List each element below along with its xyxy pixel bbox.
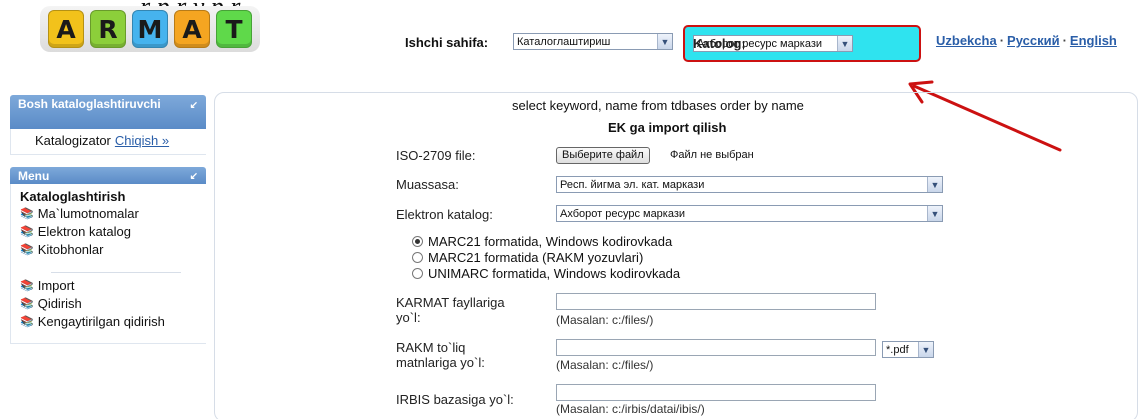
logo-tile: A [174,10,210,48]
sidebar-menu: Kataloglashtirish 📚 Ma`lumotnomalar 📚 Elek… [10,184,206,344]
muassasa-select[interactable]: Респ. йигма эл. кат. маркази ▼ [556,176,943,193]
lang-russian-link[interactable]: Русский [1007,33,1060,48]
radio-label: MARC21 formatida, Windows kodirovkada [428,234,673,249]
page-title: EK ga import qilish [608,120,727,135]
irbis-hint: (Masalan: c:/irbis/datai/ibis/) [556,402,705,416]
sidebar-item-label: Qidirish [37,296,82,311]
separator: · [1062,33,1067,48]
chevron-down-icon: ▼ [657,34,672,49]
bosh-header-title: Bosh kataloglashtiruvchi [18,97,161,111]
elektron-katalog-select[interactable]: Ахборот ресурс маркази ▼ [556,205,943,222]
chevron-down-icon: ▼ [927,206,942,221]
karmat-hint: (Masalan: c:/files/) [556,313,654,327]
karmat-label-line2: yo`l: [396,310,421,325]
sidebar-menu-header: Menu ↙ [10,167,206,184]
books-icon: 📚 [20,208,34,220]
logo-tile: R [90,10,126,48]
rakm-path-input[interactable] [556,339,876,356]
katolog-label: Katolog: [693,36,746,51]
lang-uzbek-link[interactable]: Uzbekcha [936,33,997,48]
choose-file-button[interactable]: Выберите файл [556,147,650,164]
menu-header-title: Menu [18,169,50,183]
menu-section-title: Kataloglashtirish [20,189,126,204]
separator: · [999,33,1005,48]
chevron-down-icon: ▼ [918,342,933,357]
sidebar-item-kengaytirilgan-qidirish[interactable]: 📚 Kengaytirilgan qidirish [20,314,165,329]
format-radio-unimarc-windows[interactable]: UNIMARC formatida, Windows kodirovkada [412,266,680,281]
collapse-icon[interactable]: ↙ [190,99,198,113]
sidebar-item-kitobhonlar[interactable]: 📚 Kitobhonlar [20,242,103,257]
sidebar-item-label: Ma`lumotnomalar [37,206,139,221]
radio-label: MARC21 formatida (RAKM yozuvlari) [428,250,644,265]
sidebar-item-label: Import [37,278,75,293]
username: Katalogizator [35,133,111,148]
menu-divider [51,272,181,273]
logout-link[interactable]: Chiqish » [115,133,169,148]
collapse-icon[interactable]: ↙ [190,171,198,182]
file-type-select[interactable]: *.pdf ▼ [882,341,934,358]
sidebar-item-elektron-katalog[interactable]: 📚 Elektron katalog [20,224,131,239]
format-radio-marc21-windows[interactable]: MARC21 formatida, Windows kodirovkada [412,234,672,249]
chevron-down-icon: ▼ [837,36,852,51]
lang-english-link[interactable]: English [1070,33,1117,48]
sidebar-item-label: Kengaytirilgan qidirish [37,314,165,329]
rakm-label-line1: RAKM to`liq [396,340,466,355]
logo-tile: M [132,10,168,48]
logo-tile: T [216,10,252,48]
sidebar-item-label: Kitobhonlar [37,242,104,257]
radio-label: UNIMARC formatida, Windows kodirovkada [428,266,681,281]
sidebar-item-qidirish[interactable]: 📚 Qidirish [20,296,82,311]
rakm-hint: (Masalan: c:/files/) [556,358,654,372]
armat-logo[interactable]: A R M A T [40,6,260,52]
workpage-select[interactable]: Каталоглаштириш ▼ [513,33,673,50]
books-icon: 📚 [20,316,34,328]
sidebar-item-label: Elektron katalog [37,224,131,239]
katolog-highlight-box: Katolog: Ахборот ресурс маркази ▼ [683,25,921,62]
books-icon: 📚 [20,244,34,256]
workpage-value: Каталоглаштириш [517,35,611,48]
format-radio-marc21-rakm[interactable]: MARC21 formatida (RAKM yozuvlari) [412,250,643,265]
language-switcher: Uzbekcha · Русский · English [936,33,1117,48]
chevron-down-icon: ▼ [927,177,942,192]
irbis-path-input[interactable] [556,384,876,401]
sidebar-item-import[interactable]: 📚 Import [20,278,75,293]
rakm-label-line2: matnlariga yo`l: [396,355,485,370]
radio-unselected-icon [412,252,423,263]
irbis-label: IRBIS bazasiga yo`l: [396,392,514,407]
sql-query-text: select keyword, name from tdbases order … [512,98,804,113]
books-icon: 📚 [20,226,34,238]
karmat-path-input[interactable] [556,293,876,310]
workpage-label: Ishchi sahifa: [405,35,489,50]
muassasa-label: Muassasa: [396,177,459,192]
sidebar-bosh-header: Bosh kataloglashtiruvchi ↙ [10,95,206,129]
sidebar-item-malumotnomalar[interactable]: 📚 Ma`lumotnomalar [20,206,139,221]
elektron-katalog-value: Ахборот ресурс маркази [560,207,686,220]
file-type-value: *.pdf [886,343,909,356]
file-status-text: Файл не выбран [670,149,754,161]
logo-tile: A [48,10,84,48]
muassasa-value: Респ. йигма эл. кат. маркази [560,178,705,191]
sidebar-user-box: Katalogizator Chiqish » [10,129,206,155]
radio-unselected-icon [412,268,423,279]
books-icon: 📚 [20,280,34,292]
elektron-katalog-label: Elektron katalog: [396,207,493,222]
books-icon: 📚 [20,298,34,310]
iso-file-label: ISO-2709 file: [396,148,476,163]
karmat-label-line1: KARMAT fayllariga [396,295,505,310]
main-content-panel [214,92,1138,419]
radio-selected-icon [412,236,423,247]
